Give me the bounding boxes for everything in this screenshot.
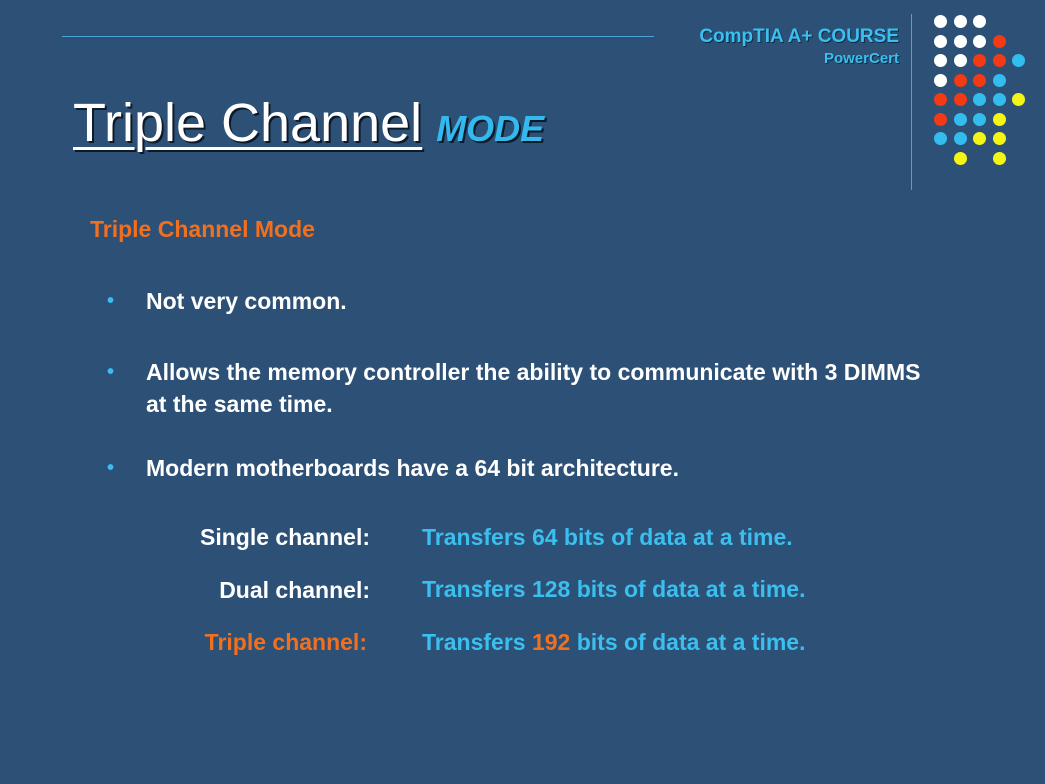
red-dot	[992, 34, 1006, 48]
slide-title-main: Triple Channel	[73, 93, 423, 153]
cyan-dot	[1012, 54, 1025, 67]
cyan-dot	[934, 132, 947, 145]
channel-value-text: Transfers 128 bits of data at a time.	[422, 576, 806, 602]
red-dot	[934, 93, 947, 106]
yellow-dot	[1012, 93, 1025, 106]
subheading: Triple Channel Mode	[90, 216, 315, 242]
yellow-dot	[953, 151, 967, 165]
white-dot	[953, 34, 967, 48]
channel-value-number: 192	[531, 629, 571, 655]
red-dot	[992, 54, 1006, 67]
brand-name: PowerCert	[823, 50, 899, 67]
yellow-dot	[992, 132, 1006, 145]
course-title: CompTIA A+ COURSE	[699, 26, 899, 47]
yellow-dot	[973, 132, 986, 145]
decorative-dot-grid	[934, 15, 1034, 165]
slide-title: Triple Channel MODE	[73, 92, 544, 154]
cyan-dot	[953, 132, 967, 145]
red-dot	[953, 73, 967, 87]
bullet-text: Not very common.	[146, 288, 347, 314]
white-dot	[953, 15, 967, 28]
bullet-icon: •	[107, 457, 115, 479]
channel-value-triple: Transfers 192 bits of data at a time.	[422, 629, 805, 656]
yellow-dot	[992, 151, 1006, 165]
channel-value-text: Transfers	[422, 629, 532, 655]
channel-value-dual: Transfers 128 bits of data at a time.	[422, 576, 805, 603]
red-dot	[973, 73, 986, 87]
channel-label-triple: Triple channel:	[204, 629, 367, 655]
red-dot	[973, 54, 986, 67]
bullet-text: Allows the memory controller the ability…	[146, 359, 921, 417]
channel-value-text: bits of data at a time.	[570, 629, 806, 655]
white-dot	[934, 73, 947, 87]
bullet-item: • Modern motherboards have a 64 bit arch…	[107, 452, 927, 484]
header-rule	[62, 36, 654, 37]
channel-value-single: Transfers 64 bits of data at a time.	[422, 524, 793, 551]
bullet-item: • Not very common.	[107, 285, 927, 317]
header-vertical-rule	[911, 14, 912, 190]
red-dot	[953, 93, 967, 106]
yellow-dot	[992, 112, 1006, 126]
white-dot	[973, 34, 986, 48]
white-dot	[934, 54, 947, 67]
bullet-text: Modern motherboards have a 64 bit archit…	[146, 455, 679, 481]
white-dot	[973, 15, 986, 28]
cyan-dot	[973, 93, 986, 106]
red-dot	[934, 112, 947, 126]
cyan-dot	[992, 93, 1006, 106]
white-dot	[953, 54, 967, 67]
white-dot	[934, 15, 947, 28]
white-dot	[934, 34, 947, 48]
slide-title-accent: MODE	[436, 108, 545, 149]
cyan-dot	[973, 112, 986, 126]
bullet-item: • Allows the memory controller the abili…	[107, 356, 947, 420]
channel-value-text: Transfers 64 bits of data at a time.	[422, 524, 793, 550]
bullet-icon: •	[107, 361, 115, 383]
channel-label-dual: Dual channel:	[219, 577, 370, 603]
cyan-dot	[992, 73, 1006, 87]
bullet-icon: •	[107, 290, 115, 312]
cyan-dot	[953, 112, 967, 126]
channel-label-single: Single channel:	[200, 524, 370, 550]
